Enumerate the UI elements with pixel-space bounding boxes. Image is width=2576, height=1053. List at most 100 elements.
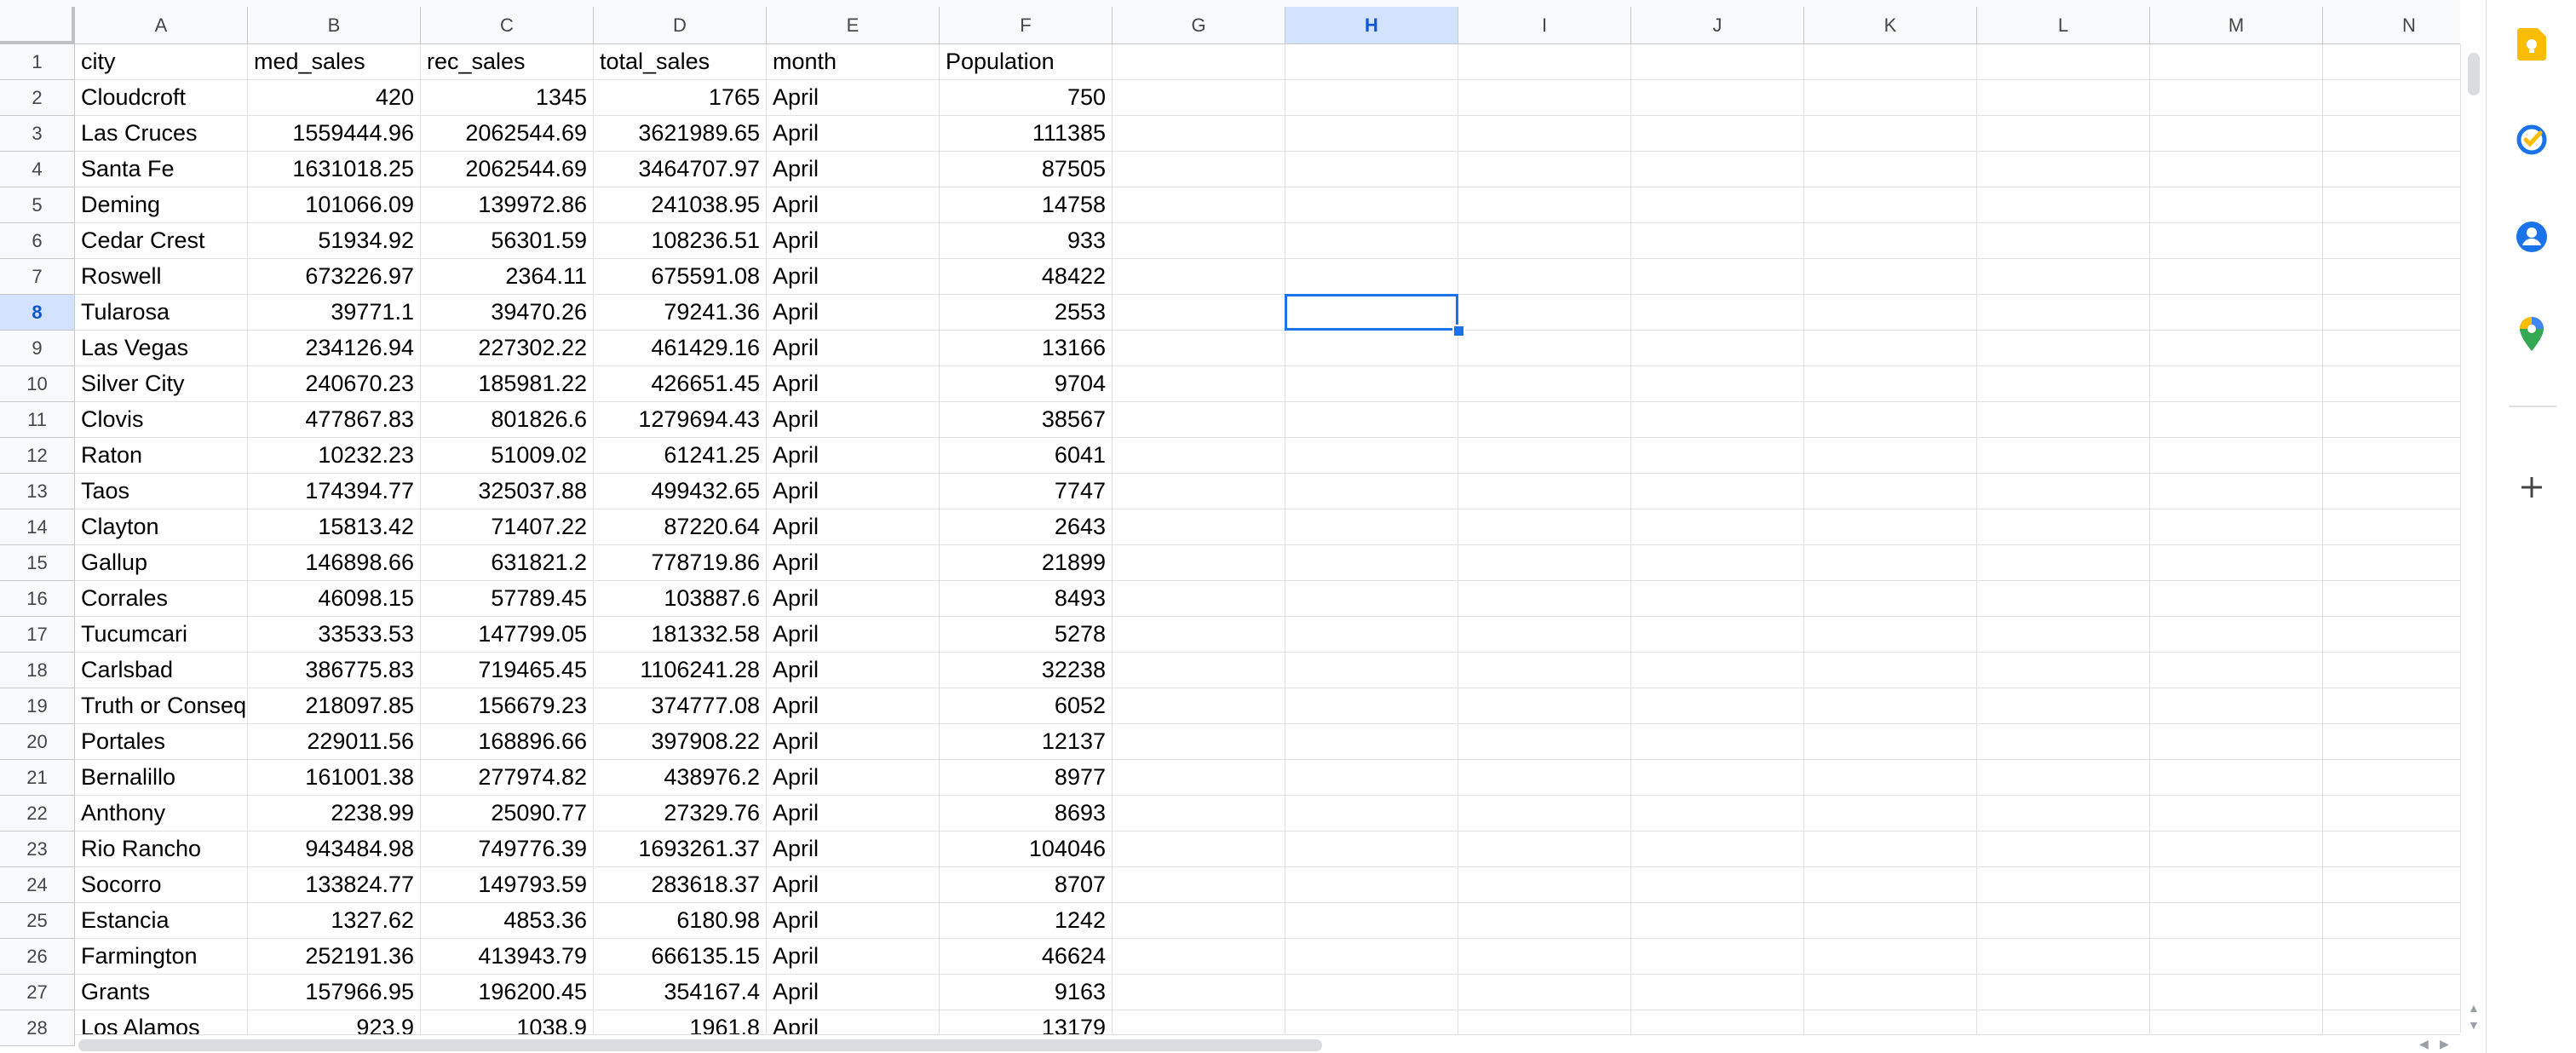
cell-b12[interactable]: 10232.23 (248, 438, 421, 474)
cell-m21[interactable] (2150, 760, 2323, 796)
cell-e20[interactable]: April (767, 724, 940, 760)
row-header[interactable]: 28 (0, 1010, 75, 1046)
cell-b10[interactable]: 240670.23 (248, 366, 421, 402)
cell-a27[interactable]: Grants (75, 975, 248, 1010)
cell-j24[interactable] (1631, 867, 1804, 903)
cell-j2[interactable] (1631, 80, 1804, 116)
cell-c9[interactable]: 227302.22 (421, 331, 594, 366)
cell-g2[interactable] (1113, 80, 1285, 116)
cell-i24[interactable] (1458, 867, 1631, 903)
cell-g9[interactable] (1113, 331, 1285, 366)
cell-a9[interactable]: Las Vegas (75, 331, 248, 366)
cell-b5[interactable]: 101066.09 (248, 187, 421, 223)
cell-l13[interactable] (1977, 474, 2150, 509)
cell-m7[interactable] (2150, 259, 2323, 295)
cell-k14[interactable] (1804, 509, 1977, 545)
cell-d8[interactable]: 79241.36 (594, 295, 767, 331)
cell-i22[interactable] (1458, 796, 1631, 831)
cell-b6[interactable]: 51934.92 (248, 223, 421, 259)
cell-n5[interactable] (2323, 187, 2460, 223)
cell-n11[interactable] (2323, 402, 2460, 438)
cell-e26[interactable]: April (767, 939, 940, 975)
cell-k26[interactable] (1804, 939, 1977, 975)
cell-a19[interactable]: Truth or Conseq (75, 688, 248, 724)
cell-l24[interactable] (1977, 867, 2150, 903)
cell-h27[interactable] (1285, 975, 1458, 1010)
cell-c10[interactable]: 185981.22 (421, 366, 594, 402)
cell-n4[interactable] (2323, 152, 2460, 187)
cell-e27[interactable]: April (767, 975, 940, 1010)
cell-e12[interactable]: April (767, 438, 940, 474)
cell-m11[interactable] (2150, 402, 2323, 438)
cell-e23[interactable]: April (767, 831, 940, 867)
cell-h23[interactable] (1285, 831, 1458, 867)
cell-d20[interactable]: 397908.22 (594, 724, 767, 760)
cell-a11[interactable]: Clovis (75, 402, 248, 438)
cell-i15[interactable] (1458, 545, 1631, 581)
cell-f2[interactable]: 750 (940, 80, 1113, 116)
cell-b14[interactable]: 15813.42 (248, 509, 421, 545)
cell-n20[interactable] (2323, 724, 2460, 760)
cell-n2[interactable] (2323, 80, 2460, 116)
cell-b26[interactable]: 252191.36 (248, 939, 421, 975)
row-header[interactable]: 4 (0, 152, 75, 187)
cell-m8[interactable] (2150, 295, 2323, 331)
cell-a5[interactable]: Deming (75, 187, 248, 223)
cell-l14[interactable] (1977, 509, 2150, 545)
cell-n7[interactable] (2323, 259, 2460, 295)
cell-e21[interactable]: April (767, 760, 940, 796)
cell-i21[interactable] (1458, 760, 1631, 796)
cell-m1[interactable] (2150, 44, 2323, 80)
cell-g11[interactable] (1113, 402, 1285, 438)
cell-l9[interactable] (1977, 331, 2150, 366)
column-header-d[interactable]: D (594, 7, 767, 44)
cell-i26[interactable] (1458, 939, 1631, 975)
cell-c14[interactable]: 71407.22 (421, 509, 594, 545)
cell-n17[interactable] (2323, 617, 2460, 653)
cell-i23[interactable] (1458, 831, 1631, 867)
cell-j16[interactable] (1631, 581, 1804, 617)
cell-g21[interactable] (1113, 760, 1285, 796)
row-header[interactable]: 11 (0, 402, 75, 438)
cell-c19[interactable]: 156679.23 (421, 688, 594, 724)
cell-m24[interactable] (2150, 867, 2323, 903)
cell-n1[interactable] (2323, 44, 2460, 80)
cell-h14[interactable] (1285, 509, 1458, 545)
cell-h24[interactable] (1285, 867, 1458, 903)
vertical-scrollbar[interactable]: ▲ ▼ (2460, 44, 2486, 1033)
row-header[interactable]: 7 (0, 259, 75, 295)
cell-g1[interactable] (1113, 44, 1285, 80)
row-header[interactable]: 26 (0, 939, 75, 975)
column-header-c[interactable]: C (421, 7, 594, 44)
cell-l16[interactable] (1977, 581, 2150, 617)
cell-g17[interactable] (1113, 617, 1285, 653)
cell-f12[interactable]: 6041 (940, 438, 1113, 474)
cell-l18[interactable] (1977, 653, 2150, 688)
cell-c20[interactable]: 168896.66 (421, 724, 594, 760)
cell-b15[interactable]: 146898.66 (248, 545, 421, 581)
cell-a8[interactable]: Tularosa (75, 295, 248, 331)
cell-k20[interactable] (1804, 724, 1977, 760)
cell-m14[interactable] (2150, 509, 2323, 545)
cell-c1[interactable]: rec_sales (421, 44, 594, 80)
cell-i20[interactable] (1458, 724, 1631, 760)
cell-j4[interactable] (1631, 152, 1804, 187)
cell-d24[interactable]: 283618.37 (594, 867, 767, 903)
cell-j10[interactable] (1631, 366, 1804, 402)
cell-l1[interactable] (1977, 44, 2150, 80)
cell-c7[interactable]: 2364.11 (421, 259, 594, 295)
cell-b17[interactable]: 33533.53 (248, 617, 421, 653)
row-header[interactable]: 1 (0, 44, 75, 80)
cell-c25[interactable]: 4853.36 (421, 903, 594, 939)
cell-h18[interactable] (1285, 653, 1458, 688)
cell-f27[interactable]: 9163 (940, 975, 1113, 1010)
cell-b25[interactable]: 1327.62 (248, 903, 421, 939)
cell-b18[interactable]: 386775.83 (248, 653, 421, 688)
cell-i13[interactable] (1458, 474, 1631, 509)
cell-k22[interactable] (1804, 796, 1977, 831)
cell-g4[interactable] (1113, 152, 1285, 187)
cell-b11[interactable]: 477867.83 (248, 402, 421, 438)
cell-l3[interactable] (1977, 116, 2150, 152)
cell-j15[interactable] (1631, 545, 1804, 581)
cell-n14[interactable] (2323, 509, 2460, 545)
